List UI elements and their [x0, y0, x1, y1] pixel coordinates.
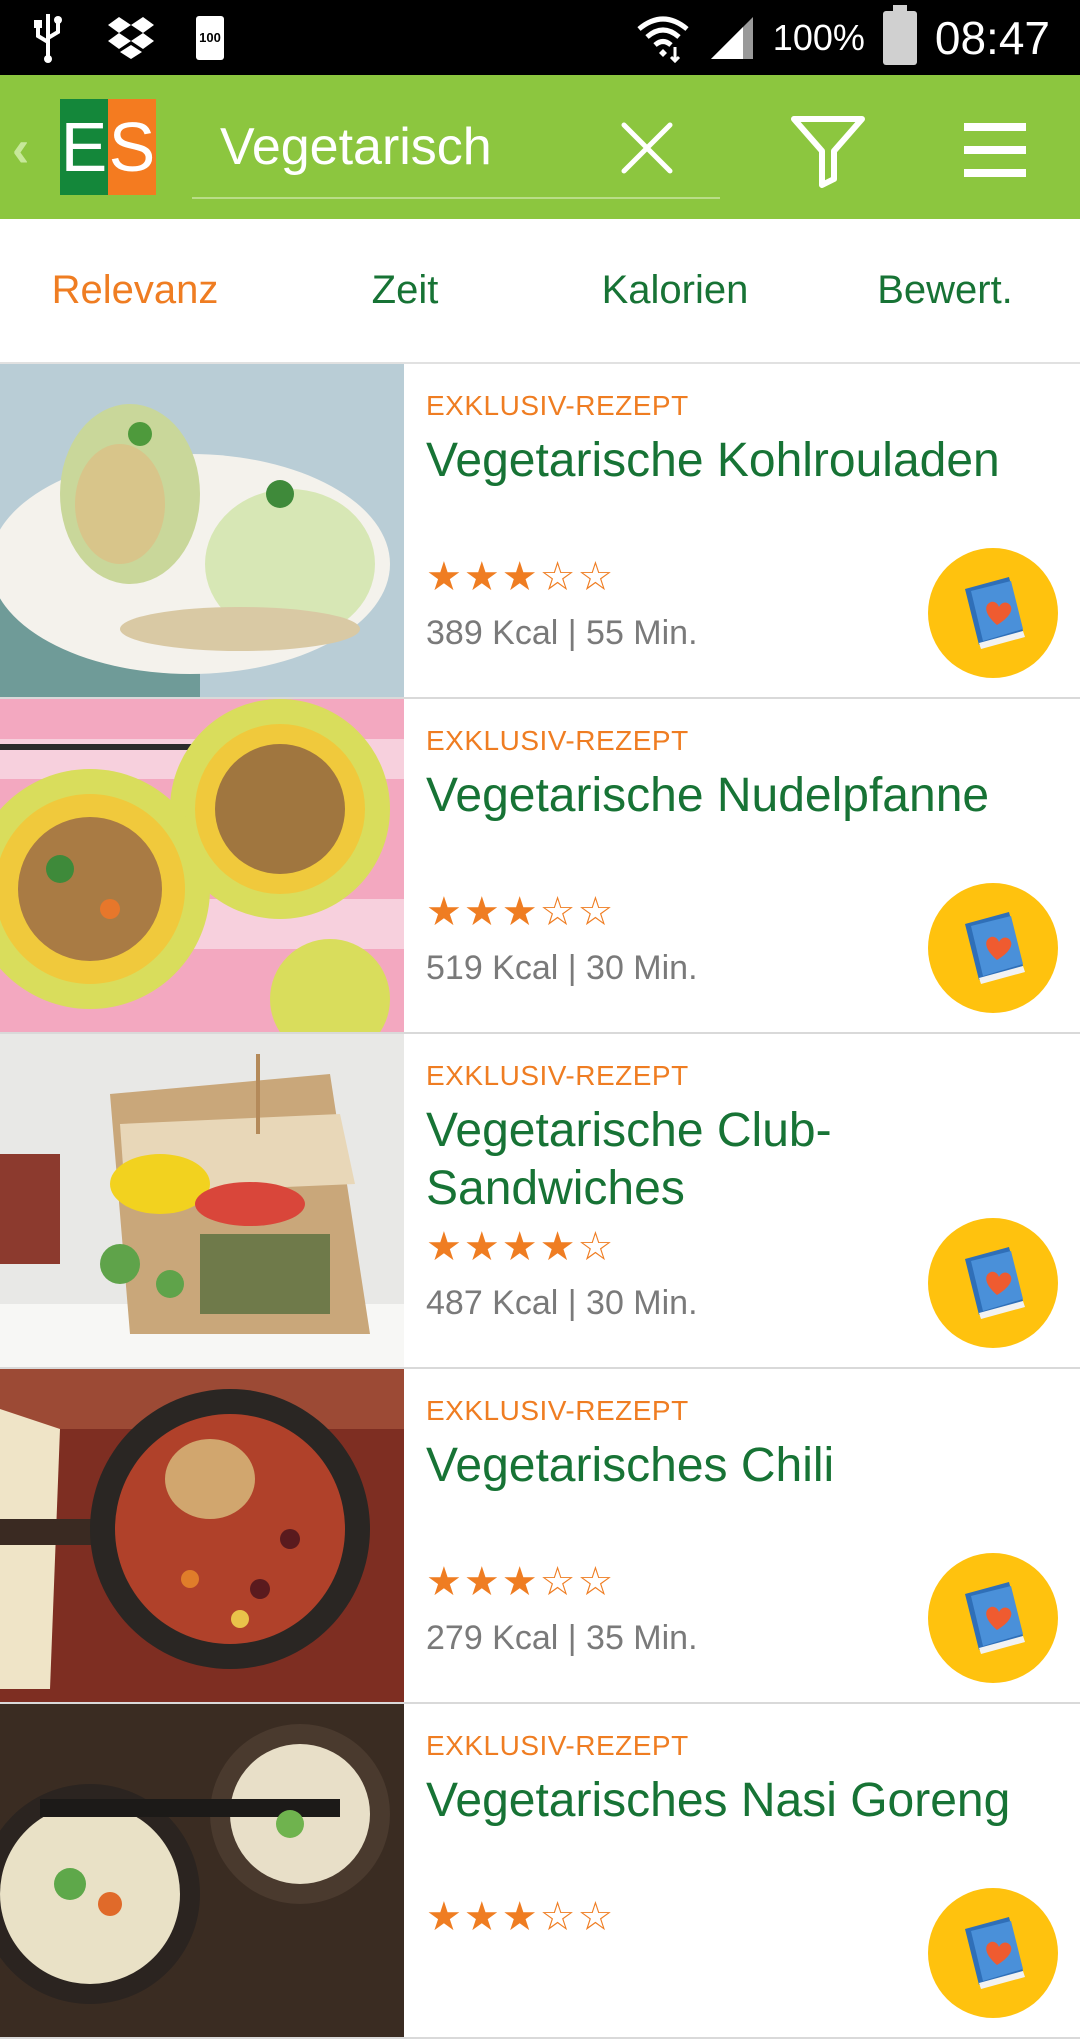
list-item[interactable]: EXKLUSIV-REZEPT Vegetarisches Nasi Goren…	[0, 1704, 1080, 2039]
list-item[interactable]: EXKLUSIV-REZEPT Vegetarische Kohlroulade…	[0, 364, 1080, 699]
wifi-icon	[637, 16, 689, 63]
heart-book-icon	[965, 912, 1025, 984]
dropbox-icon	[108, 16, 154, 59]
notification-icons: 100	[30, 10, 224, 65]
star-rating: ★★★☆☆	[426, 889, 615, 935]
list-item[interactable]: EXKLUSIV-REZEPT Vegetarische Nudelpfanne…	[0, 699, 1080, 1034]
recipe-title: Vegetarische Kohlrouladen	[426, 434, 1000, 487]
recipe-meta: 519 Kcal | 30 Min.	[426, 949, 698, 987]
list-item[interactable]: EXKLUSIV-REZEPT Vegetarische Club-Sandwi…	[0, 1034, 1080, 1369]
recipe-meta: 389 Kcal | 55 Min.	[426, 614, 698, 652]
star-rating: ★★★★☆	[426, 1224, 615, 1270]
battery-percent: 100%	[772, 16, 865, 58]
star-icons: ★★★☆☆	[426, 890, 616, 934]
recipe-meta: 279 Kcal | 35 Min.	[426, 1619, 698, 1657]
tab-bewertung[interactable]: Bewert.	[810, 219, 1080, 362]
tab-zeit[interactable]: Zeit	[270, 219, 540, 362]
heart-book-icon	[965, 1247, 1025, 1319]
star-icons: ★★★★☆	[426, 1225, 616, 1269]
heart-book-icon	[965, 1917, 1025, 1989]
tab-relevanz[interactable]: Relevanz	[0, 219, 270, 362]
recipe-title: Vegetarische Club-Sandwiches	[426, 1104, 832, 1215]
favorite-button[interactable]	[928, 548, 1058, 678]
recipe-image	[0, 699, 404, 1032]
back-chevron-icon[interactable]: ‹	[12, 119, 29, 179]
list-item[interactable]: EXKLUSIV-REZEPT Vegetarisches Chili ★★★☆…	[0, 1369, 1080, 1704]
recipe-meta: 487 Kcal | 30 Min.	[426, 1284, 698, 1322]
logo-letter-s: S	[108, 99, 156, 195]
recipe-tag: EXKLUSIV-REZEPT	[426, 725, 689, 756]
system-status: 100% 08:47	[635, 0, 1050, 75]
menu-icon[interactable]	[964, 117, 1026, 183]
recipe-image	[0, 364, 404, 697]
recipe-tag: EXKLUSIV-REZEPT	[426, 390, 689, 421]
recipe-image	[0, 1369, 404, 1702]
favorite-button[interactable]	[928, 883, 1058, 1013]
favorite-button[interactable]	[928, 1218, 1058, 1348]
star-rating: ★★★☆☆	[426, 1894, 615, 1940]
recipe-list: EXKLUSIV-REZEPT Vegetarische Kohlroulade…	[0, 364, 1080, 2039]
battery-small-label: 100	[199, 30, 221, 45]
recipe-title: Vegetarische Nudelpfanne	[426, 769, 990, 822]
recipe-tag: EXKLUSIV-REZEPT	[426, 1730, 689, 1761]
status-bar: 100 100% 08:47	[0, 0, 1080, 75]
usb-icon	[34, 13, 62, 63]
app-bar: ‹ E S	[0, 75, 1080, 219]
recipe-tag: EXKLUSIV-REZEPT	[426, 1060, 689, 1091]
tab-kalorien[interactable]: Kalorien	[540, 219, 810, 362]
close-icon[interactable]	[612, 113, 682, 183]
search-box	[192, 95, 720, 199]
recipe-image	[0, 1704, 404, 2037]
favorite-button[interactable]	[928, 1553, 1058, 1683]
signal-icon	[710, 16, 753, 59]
star-icons: ★★★☆☆	[426, 1895, 616, 1939]
clock: 08:47	[934, 11, 1050, 64]
battery-icon	[882, 4, 917, 65]
logo-letter-e: E	[60, 99, 108, 195]
favorite-button[interactable]	[928, 1888, 1058, 2018]
heart-book-icon	[965, 1582, 1025, 1654]
battery-small-icon: 100	[196, 15, 224, 60]
filter-icon[interactable]	[790, 113, 866, 189]
star-icons: ★★★☆☆	[426, 555, 616, 599]
star-icons: ★★★☆☆	[426, 1560, 616, 1604]
star-rating: ★★★☆☆	[426, 1559, 615, 1605]
search-input[interactable]	[220, 117, 600, 177]
recipe-title: Vegetarisches Nasi Goreng	[426, 1774, 1011, 1827]
app-logo[interactable]: E S	[60, 99, 156, 195]
sort-tabs: Relevanz Zeit Kalorien Bewert.	[0, 219, 1080, 364]
recipe-title: Vegetarisches Chili	[426, 1439, 835, 1492]
heart-book-icon	[965, 577, 1025, 649]
recipe-image	[0, 1034, 404, 1367]
star-rating: ★★★☆☆	[426, 554, 615, 600]
recipe-tag: EXKLUSIV-REZEPT	[426, 1395, 689, 1426]
